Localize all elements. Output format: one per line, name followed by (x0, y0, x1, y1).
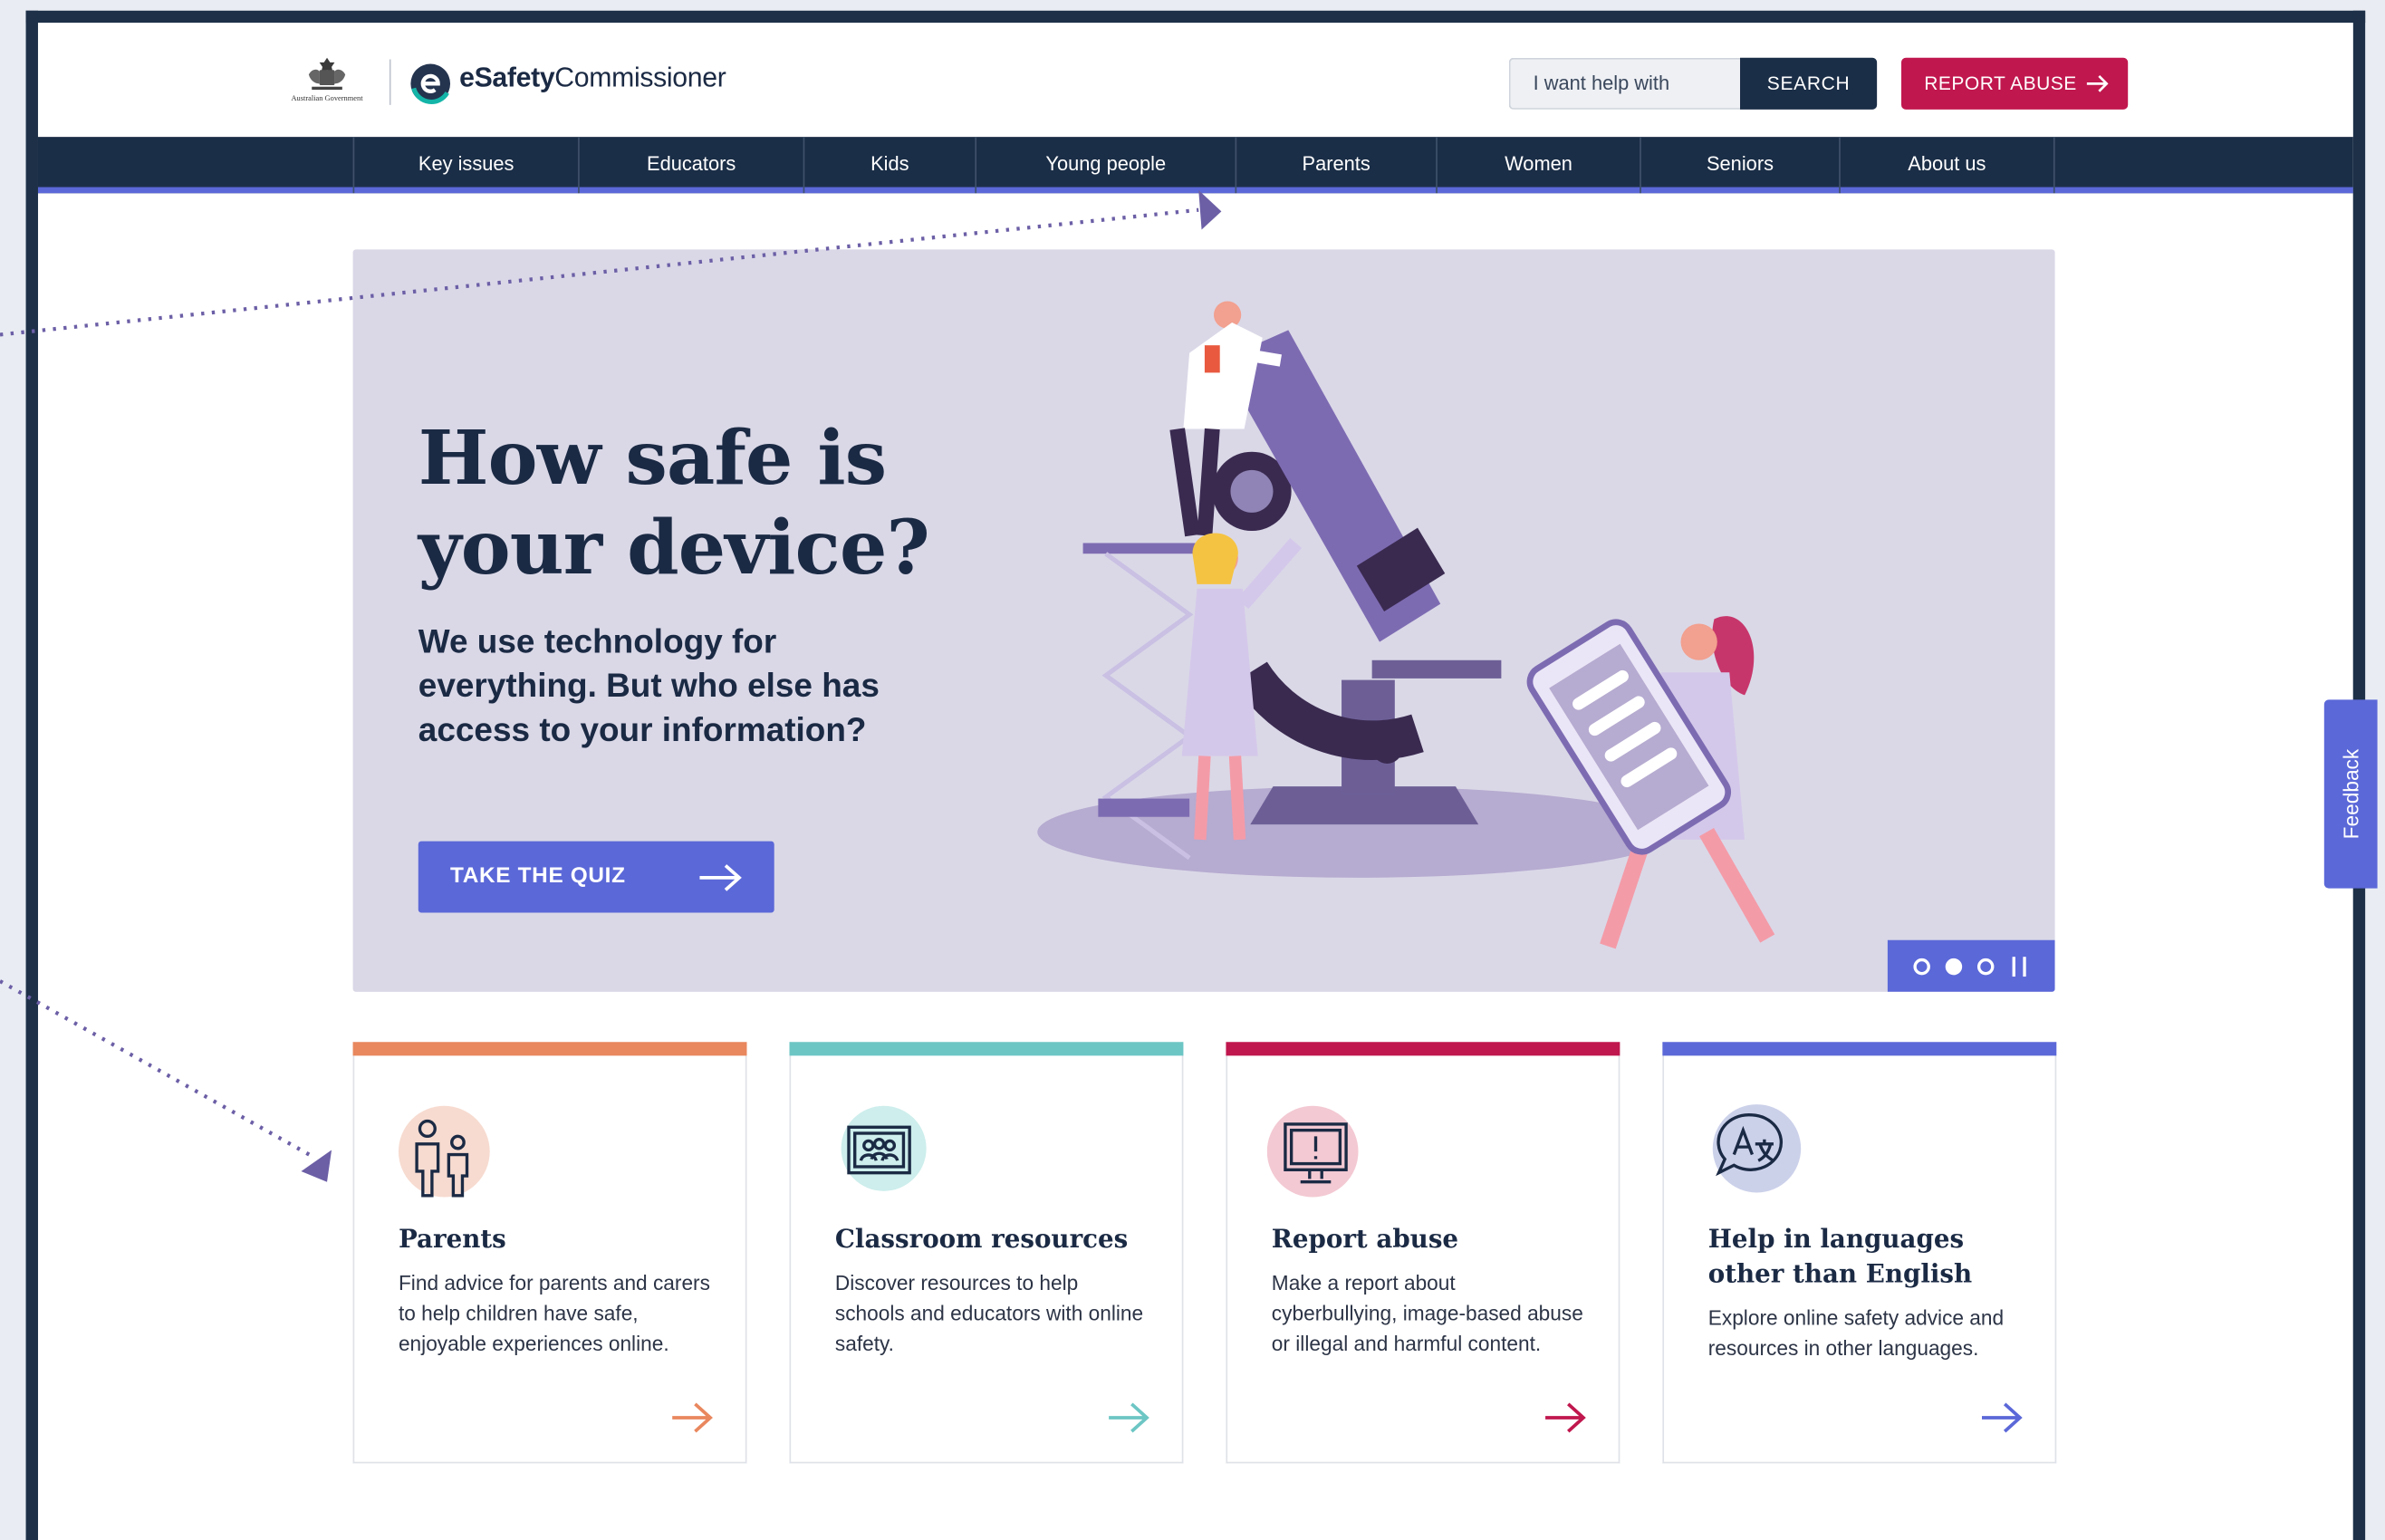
report-monitor-icon (1266, 1105, 1359, 1198)
feedback-label: Feedback (2339, 748, 2362, 840)
nav-item-parents[interactable]: Parents (1235, 137, 1437, 194)
brand-bold: eSafety (459, 62, 555, 93)
esafety-logo-icon[interactable] (409, 63, 452, 105)
main-nav: Key issues Educators Kids Young people P… (37, 137, 2353, 194)
card-parents[interactable]: Parents Find advice for parents and care… (352, 1042, 747, 1464)
card-text: Explore online safety advice and resourc… (1707, 1306, 2005, 1361)
arrow-right-icon[interactable] (669, 1401, 715, 1435)
card-text: Discover resources to help schools and e… (834, 1271, 1144, 1356)
carousel-dot-3[interactable] (1976, 958, 1995, 976)
card-accent-bar (352, 1042, 747, 1056)
card-accent-bar (1226, 1042, 1620, 1056)
arrow-right-icon[interactable] (1106, 1401, 1151, 1435)
page-canvas: Australian Government eSafetyCommissione… (0, 0, 2385, 1540)
nav-item-seniors[interactable]: Seniors (1640, 137, 1839, 194)
brand-regular: Commissioner (554, 62, 726, 93)
site-header: Australian Government eSafetyCommissione… (37, 23, 2353, 138)
hero-title: How safe is your device? (418, 413, 930, 592)
arrow-right-icon[interactable] (1543, 1401, 1588, 1435)
header-divider (389, 59, 391, 105)
parents-icon (398, 1105, 490, 1198)
coat-of-arms-icon (308, 57, 346, 91)
carousel-dot-1[interactable] (1913, 958, 1930, 976)
nav-item-women[interactable]: Women (1436, 137, 1640, 194)
card-text: Find advice for parents and carers to he… (398, 1271, 710, 1356)
card-text: Make a report about cyberbullying, image… (1271, 1271, 1583, 1356)
nav-item-about-us[interactable]: About us (1839, 137, 2055, 194)
card-title: Classroom resources (834, 1224, 1129, 1254)
nav-item-kids[interactable]: Kids (803, 137, 976, 194)
card-help-in-languages[interactable]: Help in languages other than English Exp… (1662, 1042, 2057, 1464)
arrow-right-icon[interactable] (1979, 1401, 2024, 1435)
brand-name[interactable]: eSafetyCommissioner (459, 63, 726, 94)
take-quiz-label: TAKE THE QUIZ (450, 863, 626, 889)
arrow-right-icon (2086, 75, 2109, 92)
browser-frame: Australian Government eSafetyCommissione… (25, 10, 2378, 1540)
hero-carousel: How safe is your device? We use technolo… (352, 249, 2055, 992)
carousel-controls (1887, 939, 2055, 992)
arrow-right-icon (699, 864, 742, 891)
australian-government-logo[interactable]: Australian Government (282, 56, 373, 111)
card-report-abuse[interactable]: Report abuse Make a report about cyberbu… (1226, 1042, 1620, 1464)
search-button[interactable]: SEARCH (1740, 57, 1878, 110)
take-quiz-button[interactable]: TAKE THE QUIZ (418, 841, 774, 913)
card-title: Parents (398, 1224, 506, 1254)
microscope-illustration (1037, 301, 1775, 949)
pause-icon[interactable] (2012, 957, 2026, 977)
card-title: Report abuse (1271, 1224, 1459, 1254)
nav-item-educators[interactable]: Educators (578, 137, 803, 194)
card-accent-bar (789, 1042, 1184, 1056)
report-abuse-label: REPORT ABUSE (1924, 72, 2077, 95)
hero-subtitle: We use technology for everything. But wh… (418, 621, 880, 749)
classroom-icon (841, 1105, 927, 1191)
gov-label: Australian Government (291, 95, 363, 104)
feedback-tab[interactable]: Feedback (2323, 699, 2378, 889)
nav-item-young-people[interactable]: Young people (975, 137, 1235, 194)
card-classroom-resources[interactable]: Classroom resources Discover resources t… (789, 1042, 1184, 1464)
card-title: Help in languages other than English (1707, 1224, 1973, 1289)
nav-item-key-issues[interactable]: Key issues (352, 137, 579, 194)
card-accent-bar (1662, 1042, 2057, 1056)
translate-icon (1712, 1104, 1802, 1193)
search-input[interactable]: I want help with (1508, 57, 1741, 110)
report-abuse-button[interactable]: REPORT ABUSE (1901, 57, 2129, 110)
carousel-dot-2[interactable] (1945, 958, 1963, 976)
